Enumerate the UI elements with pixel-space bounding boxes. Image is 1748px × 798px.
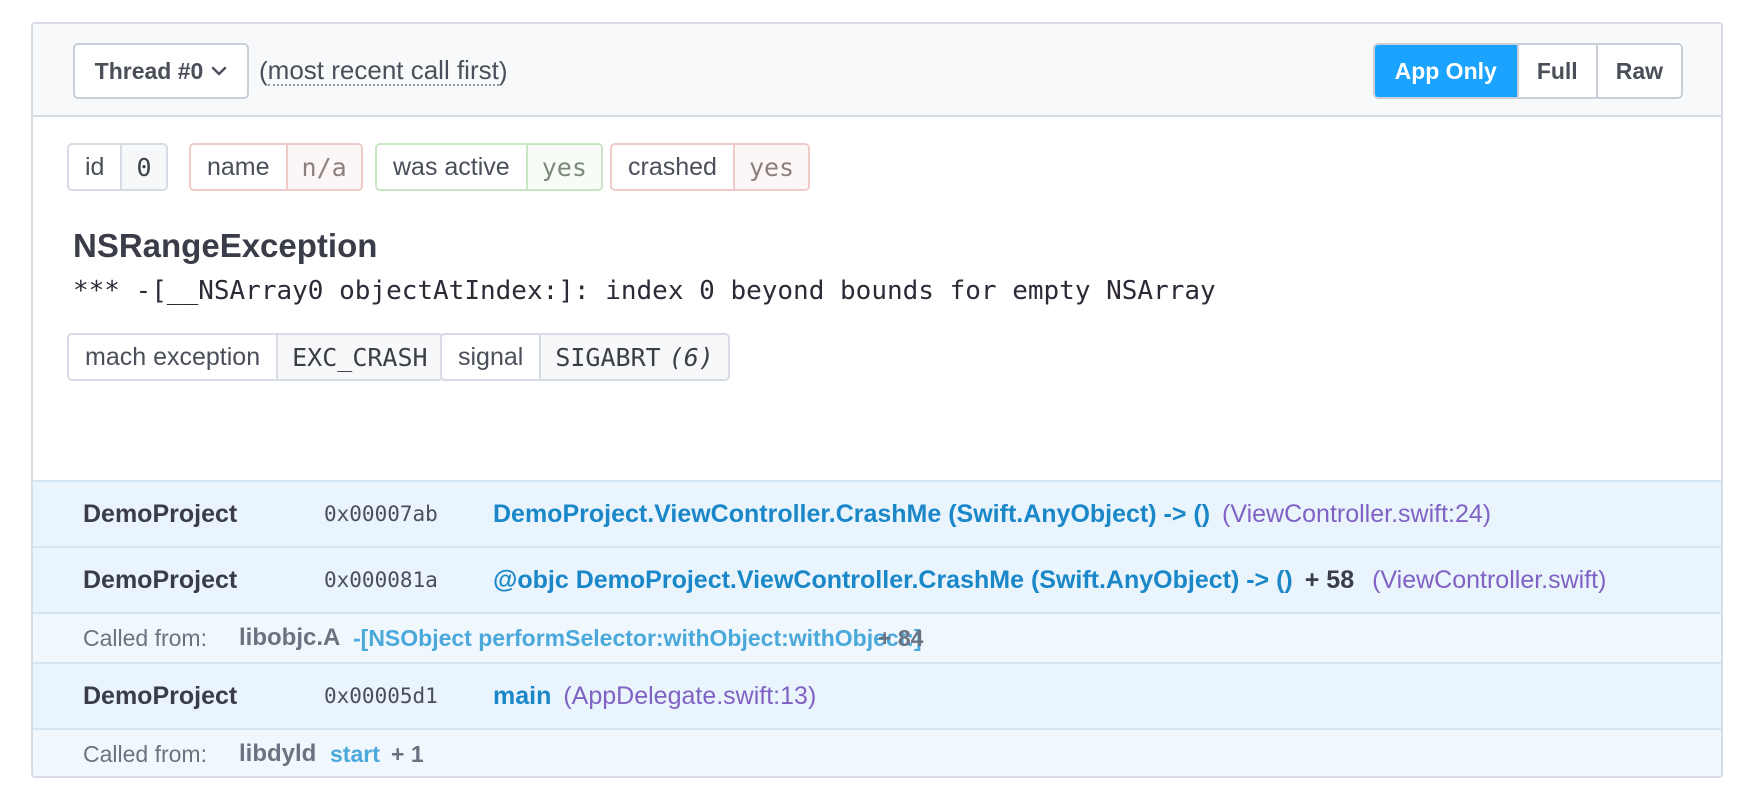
pill-key: name <box>207 152 270 181</box>
order-hint: (most recent call first) <box>259 54 508 87</box>
frame-row[interactable]: DemoProject 0x00005d1 main (AppDelegate.… <box>33 662 1721 728</box>
pill-key: was active <box>393 152 510 181</box>
frame-location: (AppDelegate.swift:13) <box>563 681 817 710</box>
called-from-row: Called from: libdyld start + 1 <box>33 728 1721 776</box>
pill-key: mach exception <box>85 342 261 371</box>
exception-message: *** -[__NSArray0 objectAtIndex:]: index … <box>73 276 1216 306</box>
thread-was-active-pill: was active yes <box>375 143 603 191</box>
signal-pill: signal SIGABRT (6) <box>440 333 730 381</box>
frame-list: DemoProject 0x00007ab DemoProject.ViewCo… <box>33 480 1721 776</box>
view-full-button[interactable]: Full <box>1516 45 1596 97</box>
signal-code: (6) <box>668 342 714 372</box>
frame-function-link[interactable]: main <box>493 682 551 711</box>
frame-symbol: DemoProject.ViewController.CrashMe (Swif… <box>493 500 1491 529</box>
called-from-package: libobjc.A <box>239 624 341 651</box>
frame-package: DemoProject <box>83 565 238 594</box>
pill-key: signal <box>458 342 524 371</box>
thread-id-pill: id 0 <box>67 143 168 191</box>
exception-type: NSRangeException <box>73 227 378 264</box>
called-from-row: Called from: libobjc.A -[NSObject perfor… <box>33 612 1721 662</box>
chevron-down-icon <box>212 66 227 76</box>
frame-package: DemoProject <box>83 681 238 710</box>
thread-select-label: Thread #0 <box>94 57 204 84</box>
frame-package: DemoProject <box>83 499 238 528</box>
pill-key: id <box>85 152 105 181</box>
pill-key: crashed <box>628 152 717 181</box>
frame-symbol: main (AppDelegate.swift:13) <box>493 682 816 711</box>
frame-address: 0x000081a <box>324 568 438 592</box>
thread-name-pill: name n/a <box>189 143 363 191</box>
panel-header: Thread #0 (most recent call first) App O… <box>33 24 1721 117</box>
called-from-function-link[interactable]: start <box>330 741 380 768</box>
frame-row[interactable]: DemoProject 0x000081a @objc DemoProject.… <box>33 546 1721 612</box>
called-from-label: Called from: <box>83 624 207 651</box>
pill-value: 0 <box>120 145 166 189</box>
pill-value: SIGABRT (6) <box>539 335 728 379</box>
view-app-only-button[interactable]: App Only <box>1374 45 1517 97</box>
pill-value: n/a <box>285 145 361 189</box>
frame-offset: + 58 <box>1304 565 1355 594</box>
frame-symbol: @objc DemoProject.ViewController.CrashMe… <box>493 566 1606 595</box>
frame-function-link[interactable]: DemoProject.ViewController.CrashMe (Swif… <box>493 500 1210 529</box>
frame-location: (ViewController.swift:24) <box>1222 499 1492 528</box>
thread-select-dropdown[interactable]: Thread #0 <box>73 43 249 99</box>
frame-location: (ViewController.swift) <box>1372 565 1607 594</box>
called-from-label: Called from: <box>83 740 207 767</box>
pill-value: yes <box>732 145 809 189</box>
pill-value: yes <box>525 145 601 189</box>
view-mode-toggle: App Only Full Raw <box>1372 43 1683 99</box>
view-raw-button[interactable]: Raw <box>1595 45 1681 97</box>
called-from-function-link[interactable]: -[NSObject performSelector:withObject:wi… <box>353 625 922 652</box>
stacktrace-panel: Thread #0 (most recent call first) App O… <box>31 22 1723 778</box>
frame-address: 0x00007ab <box>324 502 438 526</box>
frame-address: 0x00005d1 <box>324 684 438 708</box>
mach-exception-pill: mach exception EXC_CRASH <box>67 333 444 381</box>
pill-value: EXC_CRASH <box>276 335 442 379</box>
called-from-package: libdyld <box>239 740 317 767</box>
order-hint-text: most recent call first <box>267 54 499 87</box>
thread-crashed-pill: crashed yes <box>610 143 811 191</box>
called-from-offset: + 1 <box>391 740 424 767</box>
frame-row[interactable]: DemoProject 0x00007ab DemoProject.ViewCo… <box>33 480 1721 546</box>
called-from-offset: + 84 <box>878 624 924 651</box>
frame-function-link[interactable]: @objc DemoProject.ViewController.CrashMe… <box>493 566 1293 595</box>
